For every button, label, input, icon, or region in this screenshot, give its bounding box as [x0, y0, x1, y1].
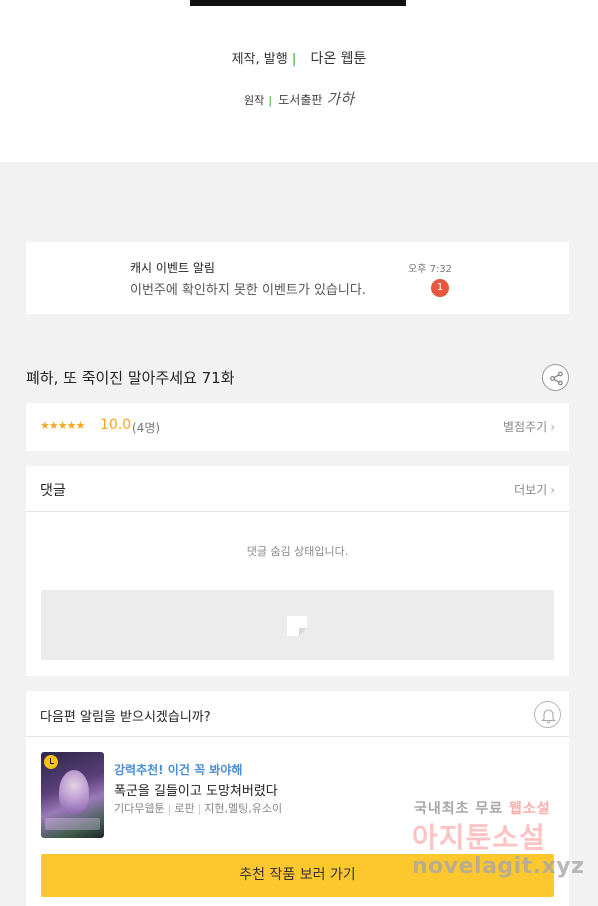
- chevron-right-icon: ›: [550, 420, 555, 434]
- bell-icon: [541, 709, 556, 724]
- production-credit: 제작, 발행 | 다온 웹툰: [0, 48, 598, 68]
- recommendation-category: 기다무웹툰: [114, 802, 165, 815]
- rate-button-label: 별점주기: [503, 420, 548, 434]
- credit-divider: |: [291, 52, 297, 67]
- credits-section: 제작, 발행 | 다온 웹툰 원작 | 도서출판 가하: [0, 0, 598, 162]
- rating-count: (4명): [132, 421, 161, 435]
- thumbnail-figure: [59, 770, 89, 814]
- recommendation-meta: 기다무웹툰 | 로판 | 지현,멜팅,유소이: [114, 800, 282, 816]
- original-value: 도서출판: [278, 93, 323, 107]
- rating-card: ★★★★★ 10.0 (4명) 별점주기 ›: [26, 403, 569, 451]
- site-watermark: 국내최초 무료 웹소설 아지툰소설 novelagit.xyz: [410, 798, 595, 890]
- divider: [26, 736, 569, 737]
- share-button[interactable]: [542, 364, 569, 391]
- chevron-right-icon: ›: [550, 483, 555, 497]
- comment-ad-placeholder: [41, 590, 554, 660]
- comments-title: 댓글: [40, 483, 66, 499]
- meta-divider: |: [197, 802, 202, 815]
- watermark-url: novelagit.xyz: [412, 854, 585, 879]
- recommendation-genre: 로판: [174, 802, 195, 815]
- watermark-tagline-b: 웹소설: [509, 801, 551, 817]
- next-episode-question: 다음편 알림을 받으시겠습니까?: [40, 710, 211, 725]
- comments-hidden-message: 댓글 숨김 상태입니다.: [246, 545, 349, 558]
- production-value: 다온 웹툰: [310, 51, 367, 67]
- publisher-logo: 가하: [326, 90, 355, 108]
- watermark-tagline-a: 국내최초 무료: [414, 801, 504, 817]
- recommendation-authors: 지현,멜팅,유소이: [204, 802, 283, 815]
- comments-more-button[interactable]: 더보기 ›: [514, 481, 555, 498]
- notification-bell-button[interactable]: [534, 701, 561, 728]
- cash-event-title: 캐시 이벤트 알림: [130, 261, 215, 275]
- rate-button[interactable]: 별점주기 ›: [503, 418, 555, 435]
- rating-stars: ★★★★★: [40, 419, 85, 432]
- top-image-edge: [190, 0, 406, 6]
- comments-card: 댓글 더보기 › 댓글 숨김 상태입니다.: [26, 466, 569, 676]
- cash-event-description: 이번주에 확인하지 못한 이벤트가 있습니다.: [130, 283, 366, 298]
- cash-event-time: 오후 7:32: [408, 264, 453, 275]
- meta-divider: |: [167, 802, 172, 815]
- cash-event-notification[interactable]: 캐시 이벤트 알림 이번주에 확인하지 못한 이벤트가 있습니다. 오후 7:3…: [26, 242, 569, 314]
- episode-title: 폐하, 또 죽이진 말아주세요 71화: [26, 369, 235, 387]
- original-label: 원작: [243, 94, 265, 107]
- notification-count-badge: 1: [431, 279, 449, 297]
- share-icon: [550, 371, 563, 386]
- credit-divider: |: [268, 94, 273, 107]
- wait-free-clock-icon: [44, 755, 58, 769]
- rating-score: 10.0: [100, 417, 132, 433]
- placeholder-image-icon: [287, 616, 307, 636]
- production-label: 제작, 발행: [231, 52, 288, 67]
- original-credit: 원작 | 도서출판 가하: [0, 88, 598, 109]
- comments-more-label: 더보기: [514, 483, 548, 497]
- watermark-brand: 아지툰소설: [412, 821, 546, 854]
- divider: [26, 511, 569, 512]
- recommendation-thumbnail[interactable]: [41, 752, 104, 838]
- recommendation-title[interactable]: 폭군을 길들이고 도망쳐버렸다: [114, 780, 278, 799]
- recommendation-tag: 강력추천! 이건 꼭 봐야해: [114, 763, 243, 777]
- watermark-tagline: 국내최초 무료 웹소설: [414, 798, 551, 818]
- thumbnail-title-art: [45, 818, 100, 830]
